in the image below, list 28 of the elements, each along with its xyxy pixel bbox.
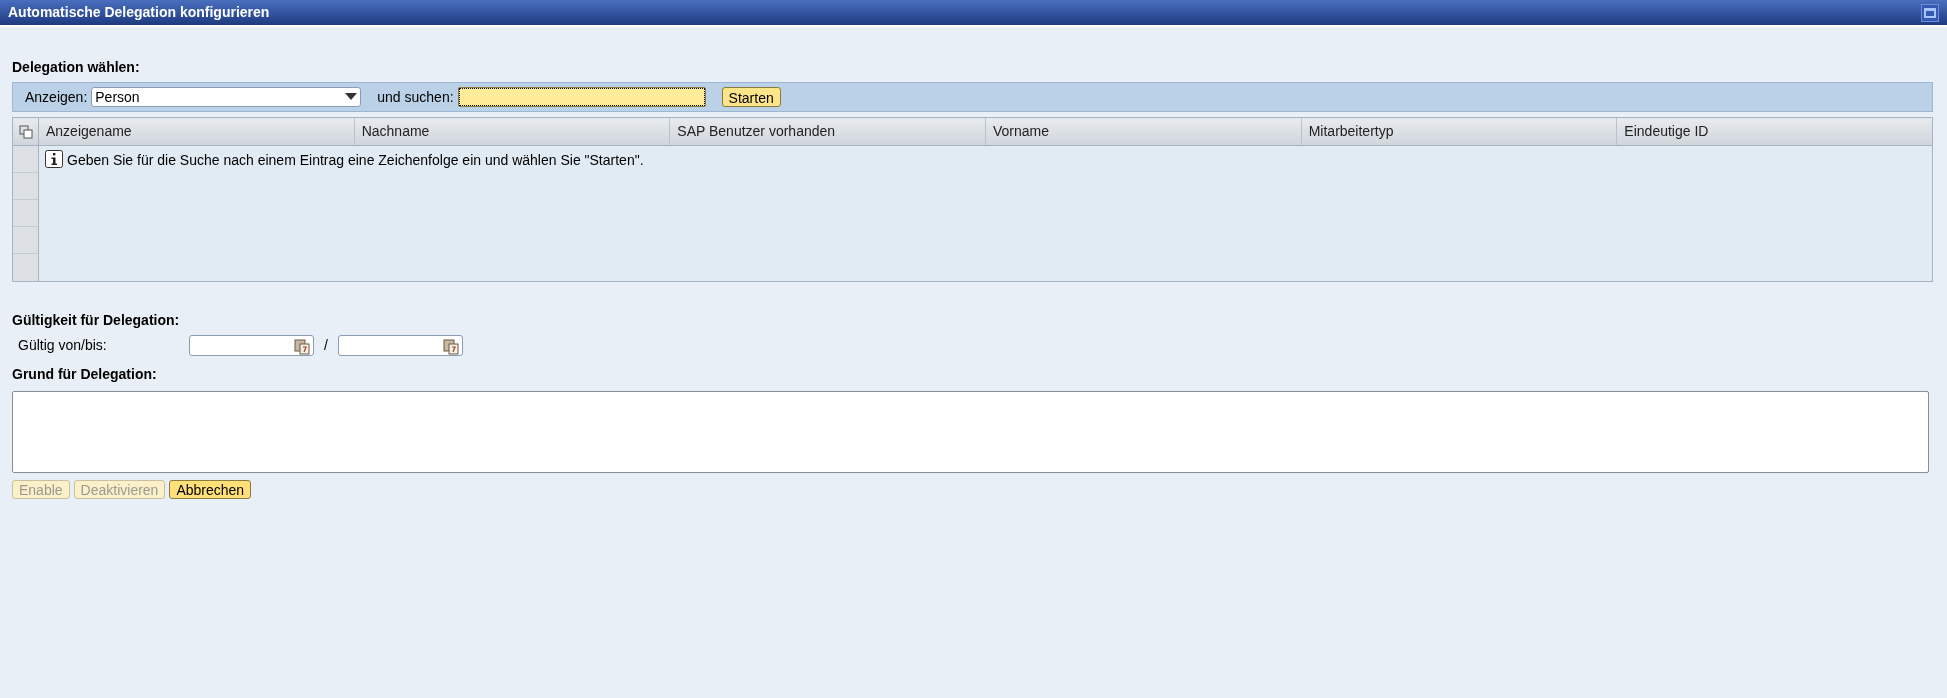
start-button[interactable]: Starten [721, 87, 781, 107]
column-header[interactable]: Vorname [986, 118, 1302, 145]
section-heading: Grund für Delegation: [12, 365, 158, 384]
window-title: Automatische Delegation konfigurieren [8, 3, 270, 22]
action-button[interactable]: Abbrechen [169, 480, 252, 499]
field-label: und suchen: [377, 87, 454, 107]
section-heading: Gültigkeit für Delegation: [12, 311, 181, 330]
date-field[interactable] [189, 334, 314, 356]
display-dropdown[interactable]: Person [91, 87, 362, 107]
search-field[interactable] [457, 87, 706, 107]
reason-textarea[interactable] [12, 391, 1929, 473]
maximize-button[interactable] [1921, 3, 1939, 22]
column-header[interactable]: SAP Benutzer vorhanden [670, 118, 986, 145]
calendar-icon[interactable] [294, 338, 310, 355]
info-message: Geben Sie für die Suche nach einem Eintrag eine Zeichenfolge ein und wählen Sie "Starten". [67, 151, 644, 170]
field-label: Anzeigen: [25, 87, 88, 107]
column-header[interactable]: Mitarbeitertyp [1301, 118, 1618, 145]
field-label: Gültig von/bis: [18, 335, 108, 355]
column-header[interactable]: Eindeutige ID [1617, 118, 1933, 145]
caret-icon [345, 93, 358, 101]
info-icon [45, 150, 63, 168]
section-heading: Delegation wählen: [12, 58, 141, 77]
date-field[interactable] [337, 334, 463, 356]
date-separator: / [324, 335, 328, 355]
column-header[interactable]: Nachname [354, 118, 671, 145]
calendar-icon[interactable] [442, 338, 459, 355]
column-header[interactable]: Anzeigename [39, 118, 355, 145]
copy-icon [18, 124, 33, 139]
